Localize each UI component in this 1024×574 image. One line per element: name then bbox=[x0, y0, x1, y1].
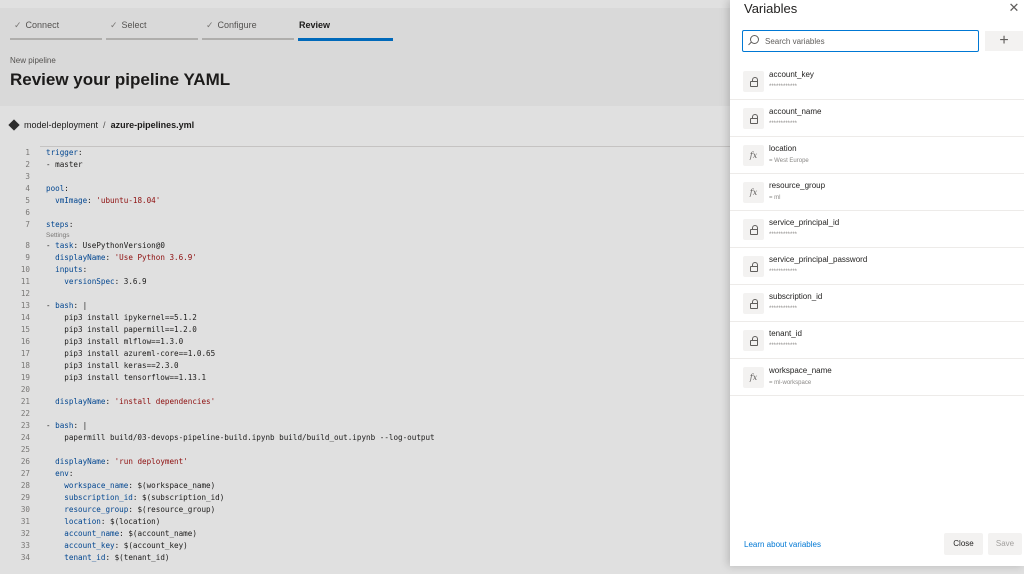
fx-icon: fx bbox=[743, 367, 764, 388]
fx-icon: fx bbox=[743, 145, 764, 166]
variable-value: = ml-workspace bbox=[769, 380, 812, 386]
fx-icon: fx bbox=[743, 182, 764, 203]
variable-value: ************ bbox=[769, 343, 798, 349]
search-input[interactable] bbox=[765, 33, 965, 49]
variable-row[interactable]: fx location = West Europe bbox=[730, 137, 1024, 174]
close-button[interactable]: Close bbox=[944, 533, 983, 555]
variable-row[interactable]: service_principal_password ************ bbox=[730, 248, 1024, 285]
variable-value: ************ bbox=[769, 306, 798, 312]
variable-row[interactable]: subscription_id ************ bbox=[730, 285, 1024, 322]
variable-value: = West Europe bbox=[769, 158, 809, 164]
variable-value: ************ bbox=[769, 84, 798, 90]
variable-value: ************ bbox=[769, 232, 798, 238]
lock-icon bbox=[743, 293, 764, 314]
variable-name: account_name bbox=[769, 107, 822, 116]
variable-name: tenant_id bbox=[769, 329, 802, 338]
variable-name: subscription_id bbox=[769, 292, 823, 301]
variable-name: resource_group bbox=[769, 181, 826, 190]
variable-name: service_principal_password bbox=[769, 255, 868, 264]
variable-value: = ml bbox=[769, 195, 781, 201]
variable-name: service_principal_id bbox=[769, 218, 840, 227]
plus-icon: + bbox=[999, 32, 1009, 49]
variable-name: workspace_name bbox=[769, 366, 832, 375]
search-icon bbox=[750, 35, 759, 44]
variable-name: location bbox=[769, 144, 797, 153]
variable-list: account_key ************ account_name *****… bbox=[730, 63, 1024, 396]
variable-row[interactable]: account_name ************ bbox=[730, 100, 1024, 137]
variable-row[interactable]: fx resource_group = ml bbox=[730, 174, 1024, 211]
variables-panel: Variables ✕ + account_key************acc… bbox=[730, 0, 1024, 566]
lock-icon bbox=[743, 71, 764, 92]
variable-value: ************ bbox=[769, 121, 798, 127]
lock-icon bbox=[743, 219, 764, 240]
search-box[interactable] bbox=[742, 30, 979, 52]
lock-icon bbox=[743, 256, 764, 277]
save-button[interactable]: Save bbox=[988, 533, 1022, 555]
lock-icon bbox=[743, 108, 764, 129]
variable-row[interactable]: fx workspace_name = ml-workspace bbox=[730, 359, 1024, 396]
panel-title: Variables bbox=[744, 1, 798, 16]
close-icon[interactable]: ✕ bbox=[1006, 0, 1022, 16]
variable-row[interactable]: service_principal_id ************ bbox=[730, 211, 1024, 248]
learn-about-variables-link[interactable]: Learn about variables bbox=[744, 540, 821, 549]
variable-row[interactable]: tenant_id ************ bbox=[730, 322, 1024, 359]
variable-row[interactable]: account_key ************ bbox=[730, 63, 1024, 100]
variable-value: ************ bbox=[769, 269, 798, 275]
add-variable-button[interactable]: + bbox=[985, 31, 1023, 51]
variable-name: account_key bbox=[769, 70, 814, 79]
lock-icon bbox=[743, 330, 764, 351]
